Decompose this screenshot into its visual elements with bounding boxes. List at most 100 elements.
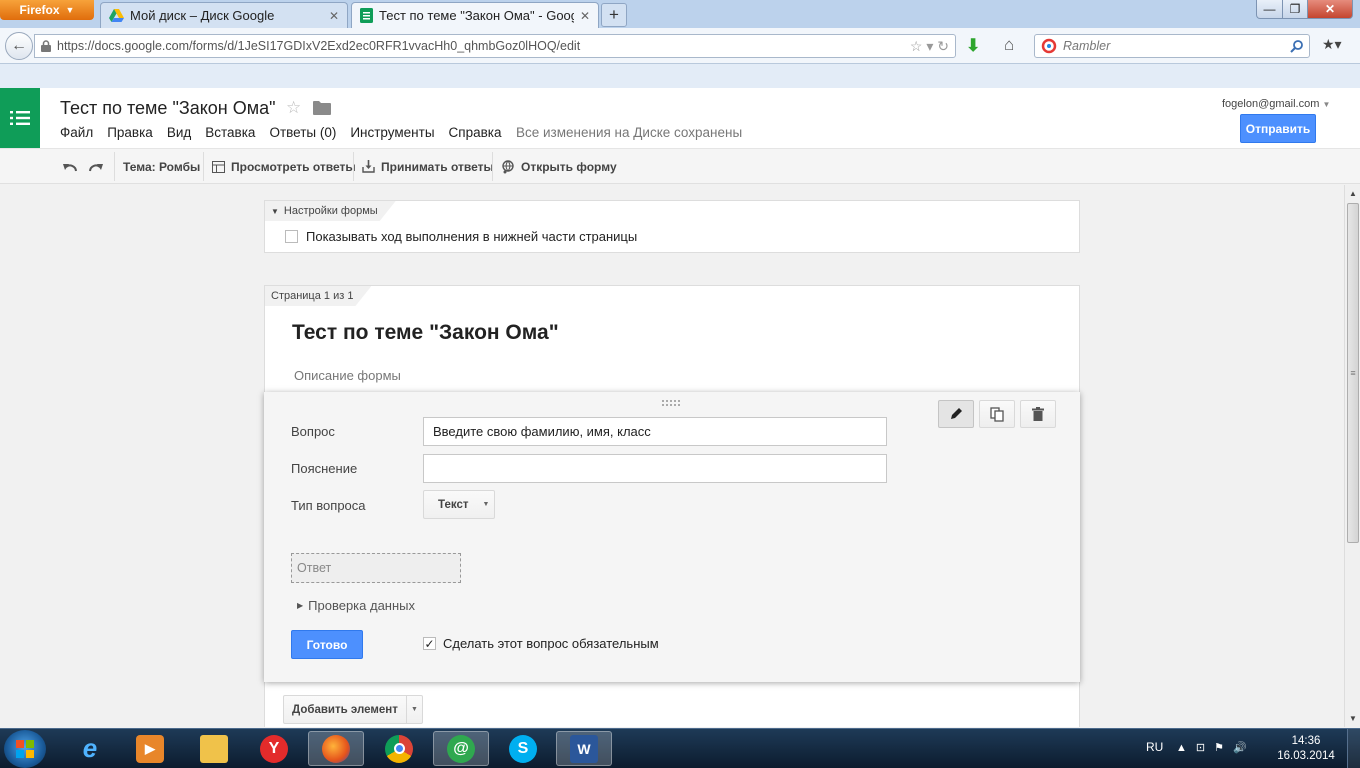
taskbar-skype[interactable]: S	[495, 731, 551, 766]
lock-icon	[41, 40, 51, 52]
scroll-up-icon[interactable]: ▲	[1345, 185, 1360, 202]
question-type-value: Текст	[438, 498, 469, 511]
drag-handle-icon[interactable]	[662, 400, 682, 408]
view-responses-label: Просмотреть ответы	[231, 159, 356, 174]
toolbar-divider	[114, 152, 115, 181]
taskbar-clock[interactable]: 14:36 16.03.2014	[1276, 734, 1336, 764]
back-button[interactable]: ←	[5, 32, 33, 60]
menu-tools[interactable]: Инструменты	[350, 125, 434, 140]
menu-file[interactable]: Файл	[60, 125, 93, 140]
taskbar-media-player[interactable]: ▶	[122, 731, 178, 766]
add-item-button[interactable]: Добавить элемент ▼	[283, 695, 423, 724]
help-text-label: Пояснение	[291, 461, 358, 476]
back-arrow-icon: ←	[11, 37, 27, 54]
rambler-logo-icon	[1041, 38, 1057, 54]
theme-button[interactable]: Тема: Ромбы	[123, 149, 200, 184]
toolbar-divider	[492, 152, 493, 181]
menu-view[interactable]: Вид	[167, 125, 191, 140]
redo-button[interactable]	[88, 149, 104, 184]
taskbar-yandex-browser[interactable]: Y	[246, 731, 302, 766]
folder-icon	[200, 734, 228, 763]
edit-question-button[interactable]	[938, 400, 974, 428]
windows-logo-icon	[16, 740, 34, 758]
question-type-select[interactable]: Текст ▼	[423, 490, 495, 519]
view-responses-button[interactable]: Просмотреть ответы	[212, 149, 356, 184]
chevron-down-icon: ▼	[1322, 100, 1331, 109]
clock-date: 16.03.2014	[1277, 750, 1335, 762]
taskbar-explorer[interactable]	[186, 731, 242, 766]
grid-icon	[212, 160, 225, 173]
scroll-down-icon[interactable]: ▼	[1345, 710, 1360, 727]
caret-right-icon: ▶	[297, 601, 304, 610]
url-bar[interactable]: https://docs.google.com/forms/d/1JeSI17G…	[34, 34, 956, 58]
document-title[interactable]: Тест по теме "Закон Ома"	[60, 98, 276, 119]
download-icon[interactable]: ⬇	[966, 36, 980, 56]
close-window-button[interactable]: ✕	[1307, 0, 1353, 19]
data-validation-toggle[interactable]: ▶ Проверка данных	[297, 598, 415, 613]
close-tab-icon[interactable]: ✕	[329, 9, 339, 23]
account-switcher[interactable]: fogelon@gmail.com ▼	[1222, 98, 1330, 110]
show-progress-option[interactable]: Показывать ход выполнения в нижней части…	[285, 229, 637, 244]
duplicate-question-button[interactable]	[979, 400, 1015, 428]
show-progress-label: Показывать ход выполнения в нижней части…	[306, 229, 638, 244]
redo-icon	[89, 163, 103, 171]
minimize-button[interactable]: —	[1256, 0, 1283, 19]
form-description[interactable]: Описание формы	[294, 368, 401, 383]
taskbar-firefox[interactable]	[308, 731, 364, 766]
taskbar-word[interactable]: W	[556, 731, 612, 766]
windows-start-button[interactable]	[4, 730, 46, 768]
done-button[interactable]: Готово	[291, 630, 363, 659]
maximize-button[interactable]: ❐	[1282, 0, 1308, 19]
help-text-input[interactable]	[423, 454, 887, 483]
required-label: Сделать этот вопрос обязательным	[443, 636, 659, 651]
menu-responses[interactable]: Ответы (0)	[269, 125, 336, 140]
skype-icon: S	[509, 734, 537, 763]
required-checkbox[interactable]: ✓	[423, 637, 436, 651]
page-scrollbar[interactable]: ▲ ≡ ▼	[1344, 185, 1360, 727]
system-tray-icons[interactable]: ▲⊡⚑🔊	[1176, 741, 1256, 754]
undo-button[interactable]	[62, 149, 78, 184]
search-icon[interactable]	[1290, 39, 1303, 53]
firefox-icon	[322, 734, 350, 763]
taskbar-mail-agent[interactable]: @	[433, 731, 489, 766]
folder-icon[interactable]	[313, 100, 331, 115]
word-icon: W	[570, 734, 598, 763]
forms-home-icon[interactable]	[0, 88, 40, 148]
search-bar[interactable]: Rambler	[1034, 34, 1310, 58]
tab-my-drive[interactable]: Мой диск – Диск Google ✕	[100, 2, 348, 28]
form-settings-toggle[interactable]: ▼ Настройки формы	[265, 201, 396, 221]
language-indicator[interactable]: RU	[1146, 740, 1163, 754]
chrome-icon	[385, 734, 413, 763]
open-form-button[interactable]: Открыть форму	[501, 149, 617, 184]
accept-responses-button[interactable]: Принимать ответы	[362, 149, 494, 184]
required-option[interactable]: ✓ Сделать этот вопрос обязательным	[423, 636, 659, 651]
delete-question-button[interactable]	[1020, 400, 1056, 428]
question-editor-card: Вопрос Введите свою фамилию, имя, класс …	[264, 392, 1080, 682]
chevron-down-icon[interactable]: ▼	[407, 706, 422, 713]
bookmark-star-icon[interactable]: ☆ ▾ ↻	[910, 38, 955, 55]
windows-taskbar: e ▶ Y @ S W RU ▲⊡⚑🔊 14:36 16.03.2014	[0, 728, 1360, 768]
show-desktop-button[interactable]	[1347, 729, 1360, 768]
close-tab-icon[interactable]: ✕	[580, 9, 590, 23]
internet-explorer-icon: e	[82, 733, 98, 763]
search-engine-label: Rambler	[1063, 39, 1111, 53]
show-progress-checkbox[interactable]	[285, 230, 298, 243]
bookmarks-menu-icon[interactable]: ★▾	[1322, 36, 1342, 53]
form-title[interactable]: Тест по теме "Закон Ома"	[292, 321, 559, 345]
question-title-input[interactable]: Введите свою фамилию, имя, класс	[423, 417, 887, 446]
menu-edit[interactable]: Правка	[107, 125, 153, 140]
account-email: fogelon@gmail.com	[1222, 98, 1320, 110]
taskbar-internet-explorer[interactable]: e	[62, 731, 118, 766]
tab-form-editor[interactable]: Тест по теме "Закон Ома" - Google ... ✕	[351, 2, 599, 28]
star-icon[interactable]: ☆	[286, 98, 301, 118]
send-button[interactable]: Отправить	[1240, 114, 1316, 143]
taskbar-chrome[interactable]	[371, 731, 427, 766]
menu-insert[interactable]: Вставка	[205, 125, 255, 140]
firefox-menu-button[interactable]: Firefox ▼	[0, 0, 94, 20]
question-title-label: Вопрос	[291, 424, 335, 439]
home-icon[interactable]: ⌂	[1004, 35, 1014, 55]
new-tab-button[interactable]: +	[601, 3, 627, 27]
scroll-thumb[interactable]: ≡	[1347, 203, 1359, 543]
menu-help[interactable]: Справка	[449, 125, 502, 140]
firefox-menu-label: Firefox	[19, 3, 60, 17]
